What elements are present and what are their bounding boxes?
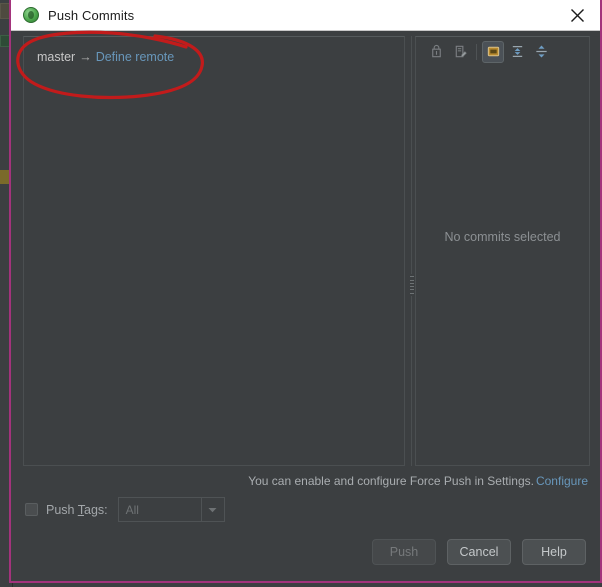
commit-list-panel[interactable]: master → Define remote — [23, 36, 405, 466]
commit-details-panel: No commits selected — [415, 36, 590, 466]
push-tags-label: Push Tags: — [46, 503, 108, 517]
page-title: Push Commits — [48, 7, 135, 23]
revert-icon[interactable] — [425, 41, 447, 63]
push-button[interactable]: Push — [372, 539, 436, 565]
configure-link[interactable]: Configure — [536, 474, 588, 488]
push-commits-dialog: Push Commits master → Define remote No c… — [9, 0, 602, 583]
close-icon[interactable] — [554, 0, 600, 30]
dialog-body: master → Define remote No commits select… — [11, 31, 600, 581]
chevron-down-icon[interactable] — [200, 498, 224, 521]
show-diff-in-editor-icon[interactable] — [482, 40, 504, 63]
force-push-hint-text: You can enable and configure Force Push … — [248, 474, 534, 488]
toolbar-separator — [476, 43, 477, 60]
push-tags-select[interactable]: All — [117, 497, 225, 522]
dialog-button-bar: Push Cancel Help — [372, 539, 586, 565]
arrow-icon: → — [79, 50, 92, 64]
push-tags-row: Push Tags: All — [25, 497, 225, 522]
repository-row: master → Define remote — [37, 50, 174, 64]
push-tags-checkbox[interactable] — [25, 503, 38, 516]
push-tags-label-pre: Push — [46, 502, 78, 517]
no-commits-selected-message: No commits selected — [444, 230, 561, 244]
force-push-hint: You can enable and configure Force Push … — [248, 474, 588, 488]
edit-commit-message-icon[interactable] — [449, 41, 471, 63]
help-button[interactable]: Help — [522, 539, 586, 565]
cancel-button[interactable]: Cancel — [447, 539, 511, 565]
push-tags-select-value: All — [125, 502, 139, 517]
details-toolbar — [416, 37, 589, 66]
dialog-titlebar: Push Commits — [11, 0, 600, 31]
splitter-line — [411, 36, 412, 466]
git-branch-icon — [23, 7, 39, 23]
branch-name: master — [37, 50, 76, 64]
define-remote-link[interactable]: Define remote — [96, 50, 175, 64]
expand-all-icon[interactable] — [506, 41, 528, 63]
collapse-all-icon[interactable] — [530, 41, 552, 63]
push-tags-label-post: ags: — [84, 502, 108, 517]
